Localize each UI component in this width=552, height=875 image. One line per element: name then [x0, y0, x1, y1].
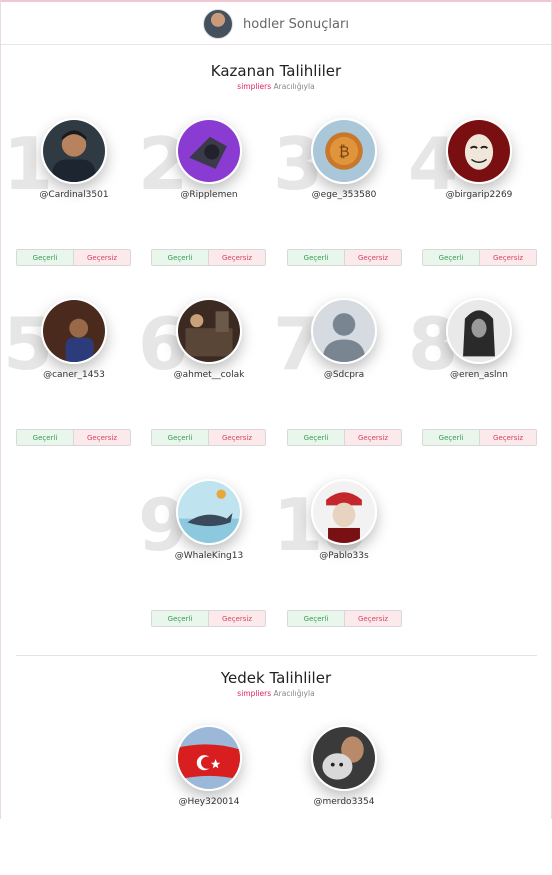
winner-card: 5 @caner_1453	[3, 298, 137, 448]
backups-title: Yedek Talihliler	[220, 669, 332, 687]
invalid-button[interactable]: Geçersiz	[209, 250, 265, 265]
avatar[interactable]	[446, 298, 512, 364]
winner-card: 1 @Cardinal3501	[3, 118, 137, 268]
valid-button[interactable]: Geçerli	[152, 250, 209, 265]
valid-button[interactable]: Geçerli	[288, 430, 345, 445]
username: @WhaleKing13	[174, 551, 244, 561]
winner-card: 8 @eren_aslnn	[408, 298, 542, 448]
valid-button[interactable]: Geçerli	[423, 430, 480, 445]
username: @merdo3354	[313, 797, 375, 807]
vote-toggle: Geçerli Geçersiz	[287, 429, 402, 446]
svg-text:₿: ₿	[338, 143, 349, 161]
page-title: hodler Sonuçları	[243, 16, 349, 32]
brand-link[interactable]: simpliers	[237, 82, 271, 91]
backup-card: @merdo3354	[279, 725, 407, 875]
winners-subtitle: simpliers Aracılığıyla	[1, 82, 551, 91]
vote-toggle: Geçerli Geçersiz	[151, 610, 266, 627]
valid-button[interactable]: Geçerli	[17, 250, 74, 265]
invalid-button[interactable]: Geçersiz	[74, 430, 130, 445]
avatar[interactable]	[311, 725, 377, 791]
vote-toggle: Geçerli Geçersiz	[422, 249, 537, 266]
vote-toggle: Geçerli Geçersiz	[422, 429, 537, 446]
valid-button[interactable]: Geçerli	[288, 611, 345, 626]
winner-card: 2 @Ripplemen	[138, 118, 272, 268]
header-bar: hodler Sonuçları	[1, 4, 551, 45]
invalid-button[interactable]: Geçersiz	[480, 250, 536, 265]
header-avatar	[203, 9, 234, 39]
winner-card: 7 @Sdcpra	[273, 298, 407, 448]
vote-toggle: Geçerli Geçersiz	[16, 249, 131, 266]
avatar[interactable]	[176, 118, 242, 184]
avatar[interactable]	[311, 298, 377, 364]
username: @caner_1453	[43, 370, 105, 380]
invalid-button[interactable]: Geçersiz	[345, 430, 401, 445]
winner-card: 4 @birgarip2269	[408, 118, 542, 268]
username: @Pablo33s	[319, 551, 369, 561]
username: @Hey320014	[178, 797, 240, 807]
winner-card: 3 ₿ @ege_353580	[273, 118, 407, 268]
valid-button[interactable]: Geçerli	[423, 250, 480, 265]
avatar[interactable]: ₿	[311, 118, 377, 184]
avatar[interactable]	[446, 118, 512, 184]
backups-subtitle: simpliers Aracılığıyla	[1, 689, 551, 698]
username: @ege_353580	[311, 190, 377, 200]
backup-card: @Hey320014	[144, 725, 272, 875]
vote-toggle: Geçerli Geçersiz	[151, 429, 266, 446]
avatar[interactable]	[41, 118, 107, 184]
username: @ahmet__colak	[173, 370, 245, 380]
avatar[interactable]	[311, 479, 377, 545]
invalid-button[interactable]: Geçersiz	[345, 611, 401, 626]
username: @Sdcpra	[323, 370, 365, 380]
winner-card: 6 @ahmet__colak	[138, 298, 272, 448]
invalid-button[interactable]: Geçersiz	[209, 430, 265, 445]
avatar[interactable]	[41, 298, 107, 364]
vote-toggle: Geçerli Geçersiz	[16, 429, 131, 446]
winner-card: 10 @Pablo33s	[273, 479, 407, 629]
username: @Ripplemen	[180, 190, 238, 200]
winner-card: 9 @WhaleKing13	[138, 479, 272, 629]
section-divider	[16, 655, 537, 656]
avatar[interactable]	[176, 479, 242, 545]
username: @eren_aslnn	[450, 370, 508, 380]
vote-toggle: Geçerli Geçersiz	[151, 249, 266, 266]
avatar[interactable]	[176, 298, 242, 364]
page-frame: hodler Sonuçları Kazanan Talihliler simp…	[0, 0, 552, 819]
invalid-button[interactable]: Geçersiz	[480, 430, 536, 445]
invalid-button[interactable]: Geçersiz	[209, 611, 265, 626]
invalid-button[interactable]: Geçersiz	[345, 250, 401, 265]
avatar[interactable]	[176, 725, 242, 791]
winners-sub-text: Aracılığıyla	[273, 82, 315, 91]
username: @Cardinal3501	[39, 190, 109, 200]
invalid-button[interactable]: Geçersiz	[74, 250, 130, 265]
vote-toggle: Geçerli Geçersiz	[287, 610, 402, 627]
backups-sub-text: Aracılığıyla	[273, 689, 315, 698]
valid-button[interactable]: Geçerli	[17, 430, 74, 445]
valid-button[interactable]: Geçerli	[152, 611, 209, 626]
valid-button[interactable]: Geçerli	[288, 250, 345, 265]
valid-button[interactable]: Geçerli	[152, 430, 209, 445]
brand-link[interactable]: simpliers	[237, 689, 271, 698]
username: @birgarip2269	[445, 190, 513, 200]
winners-title: Kazanan Talihliler	[210, 62, 342, 80]
vote-toggle: Geçerli Geçersiz	[287, 249, 402, 266]
